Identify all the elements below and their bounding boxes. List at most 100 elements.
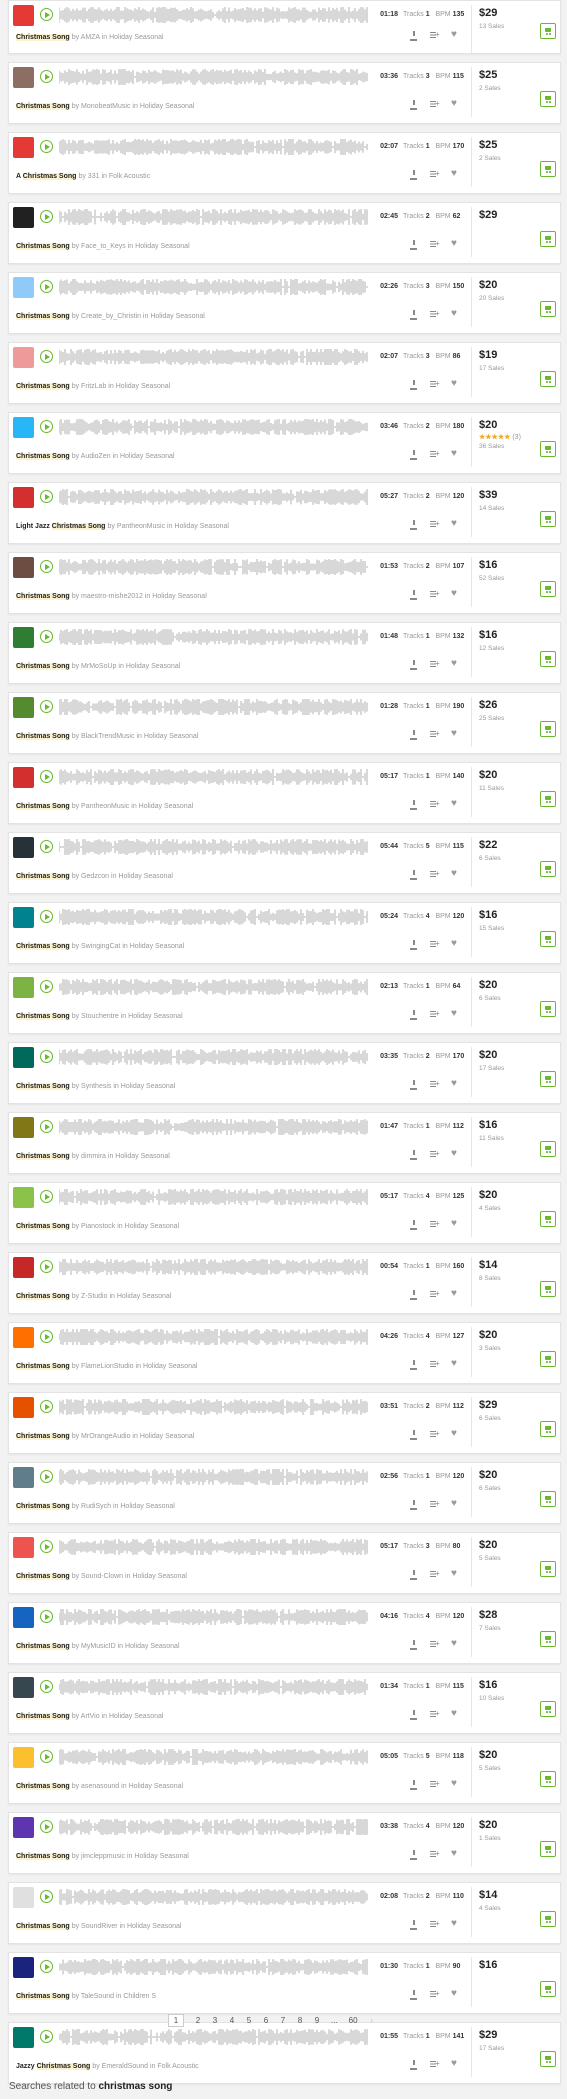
download-icon[interactable] <box>409 1080 418 1090</box>
track-thumbnail[interactable] <box>13 207 34 228</box>
heart-icon[interactable] <box>451 518 460 530</box>
track-thumbnail[interactable] <box>13 1397 34 1418</box>
waveform[interactable] <box>58 1607 369 1627</box>
track-genre[interactable]: Holiday Seasonal <box>125 1223 179 1230</box>
heart-icon[interactable] <box>451 1288 460 1300</box>
add-to-playlist-icon[interactable] <box>430 519 440 529</box>
track-thumbnail[interactable] <box>13 137 34 158</box>
add-to-playlist-icon[interactable] <box>430 1009 440 1019</box>
track-title[interactable]: Christmas Song <box>16 313 70 320</box>
play-icon[interactable] <box>40 560 53 573</box>
play-icon[interactable] <box>40 1540 53 1553</box>
heart-icon[interactable] <box>451 1428 460 1440</box>
download-icon[interactable] <box>409 2060 418 2070</box>
download-icon[interactable] <box>409 660 418 670</box>
heart-icon[interactable] <box>451 1358 460 1370</box>
track-author[interactable]: PantheonMusic <box>117 523 165 530</box>
related-searches-term[interactable]: christmas song <box>99 2081 173 2092</box>
track-title[interactable]: Christmas Song <box>16 1433 70 1440</box>
track-thumbnail[interactable] <box>13 977 34 998</box>
play-icon[interactable] <box>40 980 53 993</box>
download-icon[interactable] <box>409 590 418 600</box>
waveform[interactable] <box>58 5 369 25</box>
add-to-playlist-icon[interactable] <box>430 1709 440 1719</box>
track-genre[interactable]: Holiday Seasonal <box>134 1853 188 1860</box>
track-genre[interactable]: Holiday Seasonal <box>130 943 184 950</box>
add-to-playlist-icon[interactable] <box>430 1919 440 1929</box>
play-icon[interactable] <box>40 1960 53 1973</box>
track-title[interactable]: Christmas Song <box>16 803 70 810</box>
waveform[interactable] <box>58 557 369 577</box>
add-to-playlist-icon[interactable] <box>430 729 440 739</box>
add-to-playlist-icon[interactable] <box>430 1149 440 1159</box>
track-title[interactable]: Christmas Song <box>16 943 70 950</box>
download-icon[interactable] <box>409 1640 418 1650</box>
track-genre[interactable]: Holiday Seasonal <box>127 1923 181 1930</box>
track-title[interactable]: Christmas Song <box>16 1083 70 1090</box>
track-genre[interactable]: Holiday Seasonal <box>120 453 174 460</box>
add-to-playlist-icon[interactable] <box>430 1079 440 1089</box>
download-icon[interactable] <box>409 1780 418 1790</box>
track-genre[interactable]: Holiday Seasonal <box>121 1083 175 1090</box>
waveform[interactable] <box>58 137 369 157</box>
track-thumbnail[interactable] <box>13 1957 34 1978</box>
download-icon[interactable] <box>409 1290 418 1300</box>
track-thumbnail[interactable] <box>13 1607 34 1628</box>
cart-icon[interactable] <box>540 161 556 177</box>
heart-icon[interactable] <box>451 1498 460 1510</box>
track-title[interactable]: Christmas Song <box>16 34 70 41</box>
cart-icon[interactable] <box>540 511 556 527</box>
waveform[interactable] <box>58 207 369 227</box>
play-icon[interactable] <box>40 630 53 643</box>
track-thumbnail[interactable] <box>13 67 34 88</box>
track-author[interactable]: jimcleppmusic <box>81 1853 125 1860</box>
heart-icon[interactable] <box>451 1078 460 1090</box>
waveform[interactable] <box>58 767 369 787</box>
next-page-icon[interactable]: › <box>369 2016 375 2025</box>
track-title[interactable]: Christmas Song <box>16 1923 70 1930</box>
track-title[interactable]: Christmas Song <box>16 1223 70 1230</box>
play-icon[interactable] <box>40 770 53 783</box>
track-title[interactable]: Christmas Song <box>16 1853 70 1860</box>
waveform[interactable] <box>58 1467 369 1487</box>
waveform[interactable] <box>58 837 369 857</box>
waveform[interactable] <box>58 277 369 297</box>
track-title[interactable]: Christmas Song <box>16 1643 70 1650</box>
track-author[interactable]: Gedzcon <box>81 873 109 880</box>
download-icon[interactable] <box>409 240 418 250</box>
download-icon[interactable] <box>409 1570 418 1580</box>
track-thumbnail[interactable] <box>13 1887 34 1908</box>
cart-icon[interactable] <box>540 23 556 39</box>
track-author[interactable]: TaleSound <box>81 1993 114 2000</box>
waveform[interactable] <box>58 1887 369 1907</box>
waveform[interactable] <box>58 1957 369 1977</box>
cart-icon[interactable] <box>540 861 556 877</box>
play-icon[interactable] <box>40 1820 53 1833</box>
heart-icon[interactable] <box>451 798 460 810</box>
track-thumbnail[interactable] <box>13 347 34 368</box>
track-genre[interactable]: Holiday Seasonal <box>117 1293 171 1300</box>
heart-icon[interactable] <box>451 1218 460 1230</box>
download-icon[interactable] <box>409 1990 418 2000</box>
track-title[interactable]: Christmas Song <box>16 593 70 600</box>
track-genre[interactable]: Holiday Seasonal <box>128 1013 182 1020</box>
download-icon[interactable] <box>409 1430 418 1440</box>
heart-icon[interactable] <box>451 938 460 950</box>
heart-icon[interactable] <box>451 1708 460 1720</box>
cart-icon[interactable] <box>540 1281 556 1297</box>
play-icon[interactable] <box>40 350 53 363</box>
download-icon[interactable] <box>409 31 418 41</box>
waveform[interactable] <box>58 1677 369 1697</box>
add-to-playlist-icon[interactable] <box>430 1499 440 1509</box>
track-author[interactable]: 331 <box>88 173 100 180</box>
track-thumbnail[interactable] <box>13 1257 34 1278</box>
page-link[interactable]: 7 <box>280 2016 286 2025</box>
add-to-playlist-icon[interactable] <box>430 30 440 40</box>
track-author[interactable]: AMZA <box>81 34 100 41</box>
download-icon[interactable] <box>409 100 418 110</box>
cart-icon[interactable] <box>540 581 556 597</box>
track-genre[interactable]: Folk Acoustic <box>157 2063 198 2070</box>
waveform[interactable] <box>58 1117 369 1137</box>
add-to-playlist-icon[interactable] <box>430 379 440 389</box>
track-thumbnail[interactable] <box>13 1187 34 1208</box>
